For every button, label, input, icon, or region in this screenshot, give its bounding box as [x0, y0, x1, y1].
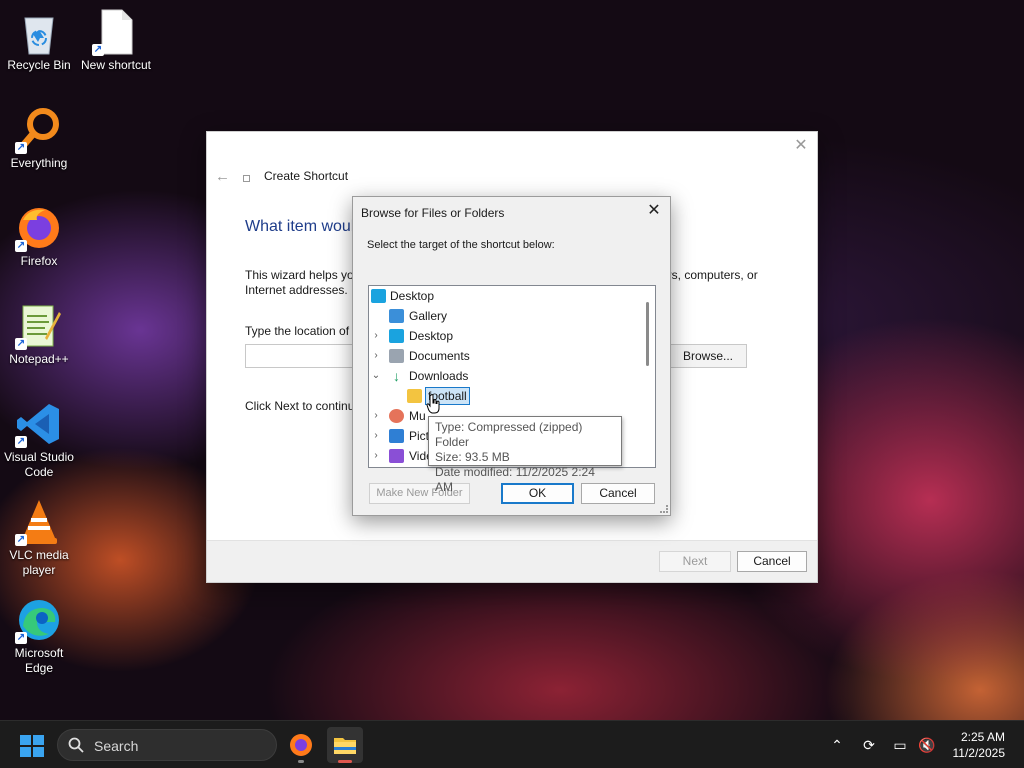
shortcut-arrow-icon: ↗ [92, 44, 104, 56]
description-line1-left: This wizard helps you [245, 268, 361, 282]
file-explorer-icon [334, 738, 356, 754]
tooltip-size: Size: 93.5 MB [435, 450, 510, 464]
desktop-icon-label: VLC media player [9, 548, 69, 577]
taskbar-firefox[interactable] [283, 727, 319, 763]
music-icon [389, 409, 404, 423]
tree-item-gallery[interactable]: Gallery [369, 306, 641, 326]
desktop-icon [371, 289, 386, 303]
firefox-icon [290, 734, 312, 756]
browse-button[interactable]: Browse... [669, 344, 747, 368]
desktop-icon-label: New shortcut [80, 58, 152, 72]
tree-scrollbar[interactable] [641, 286, 655, 467]
wizard-footer: Next Cancel [207, 540, 817, 582]
tree-item-football[interactable]: football [369, 386, 641, 406]
clock-time: 2:25 AM [960, 730, 1005, 744]
chevron-right-icon[interactable]: › [371, 406, 381, 426]
shortcut-arrow-icon: ↗ [15, 142, 27, 154]
gallery-icon [389, 309, 404, 323]
pictures-icon [389, 429, 404, 443]
desktop-icon-new-shortcut[interactable]: ↗ New shortcut [78, 8, 154, 73]
close-icon[interactable]: ✕ [646, 203, 662, 219]
search-label: Search [94, 738, 139, 754]
shortcut-arrow-icon: ↗ [15, 632, 27, 644]
tree-item-desktop[interactable]: › Desktop [369, 326, 641, 346]
tree-item-desktop-root[interactable]: Desktop [369, 286, 641, 306]
desktop-icon-everything[interactable]: ↗ Everything [1, 106, 77, 171]
shortcut-arrow-icon: ↗ [15, 436, 27, 448]
taskbar-search-box[interactable]: Search [57, 729, 277, 761]
documents-icon [389, 349, 404, 363]
desktop-icon-vlc[interactable]: ↗ VLC media player [1, 498, 77, 578]
close-icon[interactable]: ✕ [793, 138, 809, 154]
everything-search-icon: ↗ [15, 106, 63, 154]
chevron-up-icon[interactable]: ⌃ [827, 735, 847, 755]
desktop-icon-vscode[interactable]: ↗ Visual Studio Code [1, 400, 77, 480]
location-label: Type the location of t [245, 324, 356, 338]
desktop-icon-label: Visual Studio Code [4, 450, 74, 479]
edge-icon: ↗ [15, 596, 63, 644]
resize-grip-icon[interactable] [660, 505, 668, 513]
shortcut-arrow-icon: ↗ [15, 240, 27, 252]
desktop-icon-edge[interactable]: ↗ Microsoft Edge [1, 596, 77, 676]
desktop-icon-notepadpp[interactable]: ↗ Notepad++ [1, 302, 77, 367]
running-indicator [298, 760, 304, 763]
desktop-icon [389, 329, 404, 343]
hand-cursor-icon [426, 394, 442, 414]
clock-date: 11/2/2025 [952, 746, 1006, 760]
search-icon [68, 737, 84, 753]
shortcut-arrow-icon: ↗ [15, 338, 27, 350]
download-icon: ↓ [393, 368, 400, 384]
desktop-icon-label: Microsoft Edge [14, 646, 64, 675]
cancel-button[interactable]: Cancel [737, 551, 807, 572]
sync-alert-icon[interactable]: ⟳ [859, 735, 879, 755]
vscode-icon: ↗ [15, 400, 63, 448]
taskbar-clock[interactable]: 2:25 AM 11/2/2025 [953, 729, 1006, 761]
chevron-right-icon[interactable]: › [371, 326, 381, 346]
dialog-prompt: Select the target of the shortcut below: [367, 239, 555, 251]
shortcut-arrow-icon: ↗ [15, 534, 27, 546]
desktop-icon-firefox[interactable]: ↗ Firefox [1, 204, 77, 269]
description-line1-right: ers, computers, or [661, 268, 758, 282]
dialog-title: Browse for Files or Folders [361, 206, 505, 220]
chevron-right-icon[interactable]: › [371, 426, 381, 446]
window-title: Create Shortcut [264, 169, 349, 183]
taskbar: Search ⌃ ⟳ ▭ 🔇 2:25 AM 11/2/2025 [0, 720, 1024, 768]
tree-item-documents[interactable]: › Documents [369, 346, 641, 366]
shortcut-title-icon [243, 175, 250, 182]
blank-file-icon: ↗ [92, 8, 140, 56]
chevron-right-icon[interactable]: › [371, 446, 381, 466]
scrollbar-thumb[interactable] [646, 302, 649, 366]
notepadpp-icon: ↗ [15, 302, 63, 350]
desktop-icon-label: Recycle Bin [7, 58, 71, 72]
back-arrow-icon[interactable]: ← [215, 168, 230, 185]
vlc-icon: ↗ [15, 498, 63, 546]
tooltip-type: Type: Compressed (zipped) Folder [435, 420, 583, 449]
next-button[interactable]: Next [659, 551, 731, 572]
taskbar-file-explorer[interactable] [327, 727, 363, 763]
file-tooltip: Type: Compressed (zipped) Folder Size: 9… [428, 416, 622, 494]
active-indicator [338, 760, 352, 763]
desktop-icon-label: Notepad++ [9, 352, 69, 366]
desktop-icon-recycle-bin[interactable]: Recycle Bin [1, 8, 77, 73]
firefox-icon: ↗ [15, 204, 63, 252]
tree-item-downloads[interactable]: ⌄ ↓ Downloads [369, 366, 641, 386]
next-instruction: Click Next to continu [245, 399, 355, 413]
videos-icon [389, 449, 404, 463]
zip-folder-icon [407, 389, 422, 403]
desktop-icon-label: Everything [10, 156, 68, 170]
chevron-right-icon[interactable]: › [371, 346, 381, 366]
wizard-heading: What item woul [245, 218, 355, 235]
network-icon[interactable]: ▭ [890, 735, 910, 755]
tooltip-modified: Date modified: 11/2/2025 2:24 AM [435, 465, 595, 494]
chevron-down-icon[interactable]: ⌄ [371, 366, 381, 386]
recycle-bin-icon [15, 8, 63, 56]
volume-muted-icon[interactable]: 🔇 [917, 735, 937, 755]
windows-start-icon[interactable] [20, 735, 44, 757]
desktop-icon-label: Firefox [20, 254, 58, 268]
